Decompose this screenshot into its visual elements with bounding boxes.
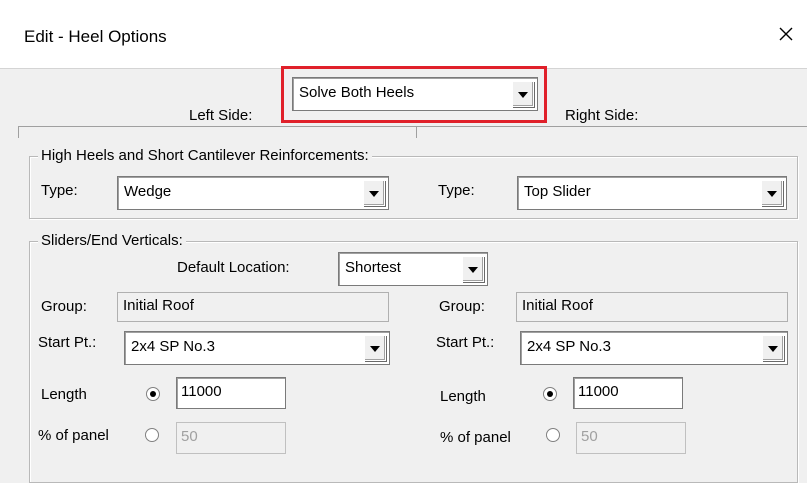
left-length-value: 11000 xyxy=(181,383,222,400)
default-location-value: Shortest xyxy=(345,259,401,276)
chevron-down-icon[interactable] xyxy=(364,335,386,361)
chevron-down-icon[interactable] xyxy=(512,81,534,107)
left-group-label: Group: xyxy=(41,298,87,315)
right-length-label: Length xyxy=(440,388,486,405)
right-percent-radio[interactable] xyxy=(546,428,560,442)
right-percent-label: % of panel xyxy=(440,429,511,446)
right-length-radio[interactable] xyxy=(543,387,557,401)
right-start-select[interactable]: 2x4 SP No.3 xyxy=(520,331,788,365)
side-divider xyxy=(18,126,807,127)
left-start-value: 2x4 SP No.3 xyxy=(131,338,215,355)
left-percent-label: % of panel xyxy=(38,427,109,444)
left-percent-input[interactable]: 50 xyxy=(176,422,286,454)
right-side-label: Right Side: xyxy=(565,107,639,124)
left-side-label: Left Side: xyxy=(189,107,253,124)
chevron-down-icon[interactable] xyxy=(761,180,783,206)
heel-mode-value: Solve Both Heels xyxy=(299,84,415,101)
right-group-label: Group: xyxy=(439,298,485,315)
right-start-value: 2x4 SP No.3 xyxy=(527,338,611,355)
left-group-field: Initial Roof xyxy=(117,292,389,322)
left-group-value: Initial Roof xyxy=(123,297,194,314)
chevron-down-icon[interactable] xyxy=(363,180,385,206)
right-start-label: Start Pt.: xyxy=(436,334,495,351)
left-type-label: Type: xyxy=(41,182,78,199)
right-length-value: 11000 xyxy=(578,383,619,400)
chevron-down-icon[interactable] xyxy=(762,335,784,361)
right-type-label: Type: xyxy=(438,182,475,199)
left-length-input[interactable]: 11000 xyxy=(176,377,286,409)
right-group-value: Initial Roof xyxy=(522,297,593,314)
right-percent-value: 50 xyxy=(581,428,598,445)
sliders-legend: Sliders/End Verticals: xyxy=(38,232,186,249)
left-length-radio[interactable] xyxy=(146,387,160,401)
reinforcements-legend: High Heels and Short Cantilever Reinforc… xyxy=(38,147,372,164)
dialog-title: Edit - Heel Options xyxy=(24,27,167,46)
right-percent-input[interactable]: 50 xyxy=(576,422,686,454)
default-location-label: Default Location: xyxy=(177,259,290,276)
right-type-select[interactable]: Top Slider xyxy=(517,176,787,210)
title-bar: Edit - Heel Options xyxy=(0,0,807,69)
left-start-select[interactable]: 2x4 SP No.3 xyxy=(124,331,390,365)
left-percent-radio[interactable] xyxy=(145,428,159,442)
left-percent-value: 50 xyxy=(181,428,198,445)
side-divider-mid-tick xyxy=(416,126,417,138)
left-type-select[interactable]: Wedge xyxy=(117,176,389,210)
chevron-down-icon[interactable] xyxy=(462,256,484,282)
right-type-value: Top Slider xyxy=(524,183,591,200)
heel-mode-select[interactable]: Solve Both Heels xyxy=(292,77,538,111)
default-location-select[interactable]: Shortest xyxy=(338,252,488,286)
close-icon[interactable] xyxy=(770,18,802,50)
right-group-field: Initial Roof xyxy=(516,292,788,322)
right-length-input[interactable]: 11000 xyxy=(573,377,683,409)
left-start-label: Start Pt.: xyxy=(38,334,97,351)
left-type-value: Wedge xyxy=(124,183,172,200)
side-divider-left-tick xyxy=(18,126,19,138)
left-length-label: Length xyxy=(41,386,87,403)
